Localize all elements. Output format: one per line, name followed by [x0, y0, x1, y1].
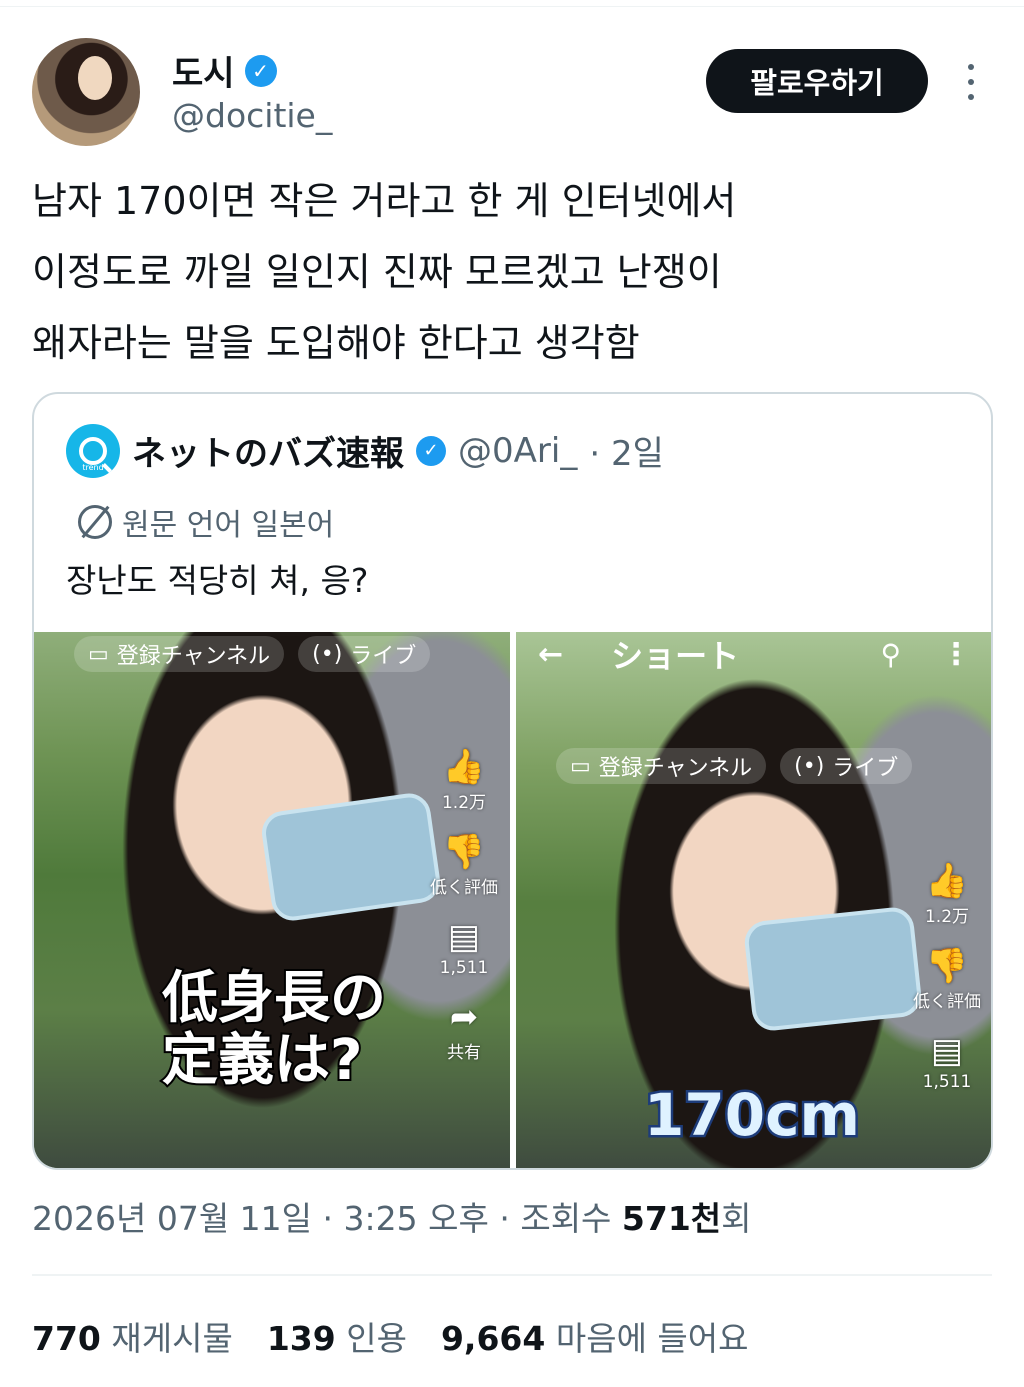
language-note-text: 원문 언어 일본어 [122, 508, 335, 543]
back-arrow-icon: ← [538, 636, 564, 672]
likes-count: 9,664 [440, 1319, 546, 1358]
quoted-handle: @0Ari_ [458, 430, 578, 471]
quoted-tweet-card[interactable]: trend ネットのバズ速報 ✓ @0Ari_ · 2일 원문 언어 일본어 장… [32, 392, 993, 1170]
divider [32, 1274, 992, 1276]
chip-label: ライブ [350, 644, 417, 669]
rail-label: 1,511 [439, 958, 489, 978]
thumbs-up-icon: 👍 [442, 747, 486, 787]
comment-icon: ▤ [930, 1031, 964, 1071]
subscriptions-icon: ▭ [570, 753, 591, 779]
verified-badge-icon: ✓ [416, 435, 446, 466]
avatar-label: trend [82, 463, 104, 472]
shorts-title: ショート [611, 637, 740, 675]
language-note: 원문 언어 일본어 [78, 500, 334, 544]
trend-logo-icon [79, 437, 107, 465]
live-chip: (•) ライブ [780, 748, 913, 784]
user-handle[interactable]: @docitie_ [172, 96, 332, 135]
rail-label: 低く評価 [913, 992, 981, 1012]
live-chip: (•) ライブ [298, 636, 431, 672]
thumbs-up-icon: 👍 [925, 861, 969, 901]
action-rail: 👍 1.2万 👎 低く評価 ▤ 1,511 ➦ 共有 [430, 750, 498, 1063]
video-caption: 低身長の 定義は? [160, 966, 388, 1093]
video-caption: 170cm [642, 1081, 863, 1150]
phone-case [259, 790, 443, 924]
follow-button[interactable]: 팔로우하기 [706, 49, 928, 113]
rail-label: 1.2万 [441, 793, 487, 813]
dislike-action: 👎 低く評価 [913, 949, 981, 1012]
tweet-line: 이정도로 까일 일인지 진짜 모르겠고 난쟁이 [32, 250, 722, 294]
quotes-count: 139 [266, 1319, 336, 1358]
quoted-text: 장난도 적당히 쳐, 응? [66, 561, 369, 600]
tweet-text: 남자 170이면 작은 거라고 한 게 인터넷에서 이정도로 까일 일인지 진짜… [32, 166, 992, 379]
yt-top-bar: ▭ 登録チャンネル (•) ライブ [516, 744, 991, 784]
rail-label: 1.2万 [924, 907, 970, 927]
separator: · [499, 1199, 521, 1238]
caption-line: 定義は? [160, 1027, 364, 1093]
thumbs-down-icon: 👎 [925, 946, 969, 986]
retweets-stat[interactable]: 770 재게시물 [32, 1312, 233, 1360]
phone-case [742, 905, 924, 1033]
share-action: ➦ 共有 [447, 1000, 481, 1063]
display-name-text: 도시 [172, 54, 235, 94]
top-divider [0, 6, 1024, 7]
search-icon: ⚲ [880, 637, 901, 671]
share-icon: ➦ [449, 997, 479, 1037]
quoted-name[interactable]: ネットのバズ速報 [132, 426, 404, 475]
shorts-bar: ← ショート ⚲ ⋮ [516, 632, 991, 676]
subscriptions-chip: ▭ 登録チャンネル [74, 636, 285, 672]
engagement-stats: 770 재게시물 139 인용 9,664 마음에 들어요 [32, 1312, 749, 1360]
retweets-label: 재게시물 [111, 1319, 233, 1358]
media-image-right[interactable]: ← ショート ⚲ ⋮ ▭ 登録チャンネル (•) ライブ 👍 1.2万 👎 低く評価 ▤… [516, 632, 991, 1168]
action-rail: 👍 1.2万 👎 低く評価 ▤ 1,511 [913, 864, 981, 1092]
live-icon: (•) [312, 641, 343, 667]
dislike-action: 👎 低く評価 [430, 835, 498, 898]
tweet-line: 남자 170이면 작은 거라고 한 게 인터넷에서 [32, 179, 737, 223]
tweet-meta: 2026년 07월 11일 · 3:25 오후 · 조회수 571천회 [32, 1192, 752, 1240]
comment-action: ▤ 1,511 [923, 1034, 972, 1092]
chip-label: 登録チャンネル [116, 644, 271, 669]
like-action: 👍 1.2万 [442, 750, 486, 813]
likes-label: 마음에 들어요 [555, 1319, 749, 1358]
subscriptions-icon: ▭ [88, 641, 109, 667]
tweet-time: 3:25 오후 [343, 1199, 489, 1238]
media-image-left[interactable]: ▭ 登録チャンネル (•) ライブ 👍 1.2万 👎 低く評価 ▤ 1,511 ➦ 共有 低… [34, 632, 510, 1168]
live-icon: (•) [794, 753, 825, 779]
comment-icon: ▤ [447, 917, 481, 957]
chip-label: 登録チャンネル [598, 756, 753, 781]
views-count: 571천 [621, 1199, 722, 1238]
quoted-avatar[interactable]: trend [66, 424, 120, 478]
tweet-date: 2026년 07월 11일 [32, 1199, 313, 1238]
thumbs-down-icon: 👎 [442, 832, 486, 872]
rail-label: 1,511 [922, 1072, 972, 1092]
kebab-menu-icon: ⋮ [941, 636, 971, 672]
views-suffix: 회 [721, 1199, 752, 1238]
tweet-line: 왜자라는 말을 도입해야 한다고 생각함 [32, 321, 640, 365]
retweets-count: 770 [32, 1319, 101, 1358]
separator: · [322, 1199, 344, 1238]
display-name[interactable]: 도시 ✓ [172, 46, 277, 95]
no-translate-icon [78, 505, 112, 539]
verified-badge-icon: ✓ [244, 54, 277, 87]
more-options-icon[interactable] [960, 64, 982, 100]
quoted-time: · 2일 [589, 434, 664, 474]
avatar[interactable] [32, 38, 140, 146]
like-action: 👍 1.2万 [925, 864, 969, 927]
quotes-label: 인용 [346, 1319, 407, 1358]
caption-line: 低身長の [160, 966, 388, 1031]
quoted-header: ネットのバズ速報 ✓ @0Ari_ · 2일 [132, 426, 664, 475]
yt-top-bar: ▭ 登録チャンネル (•) ライブ [34, 632, 510, 672]
quotes-stat[interactable]: 139 인용 [267, 1312, 407, 1360]
subscriptions-chip: ▭ 登録チャンネル [556, 748, 767, 784]
rail-label: 共有 [447, 1043, 481, 1063]
comment-action: ▤ 1,511 [440, 920, 489, 978]
chip-label: ライブ [832, 756, 899, 781]
views-label: 조회수 [520, 1199, 612, 1238]
rail-label: 低く評価 [430, 878, 498, 898]
likes-stat[interactable]: 9,664 마음에 들어요 [441, 1312, 749, 1360]
